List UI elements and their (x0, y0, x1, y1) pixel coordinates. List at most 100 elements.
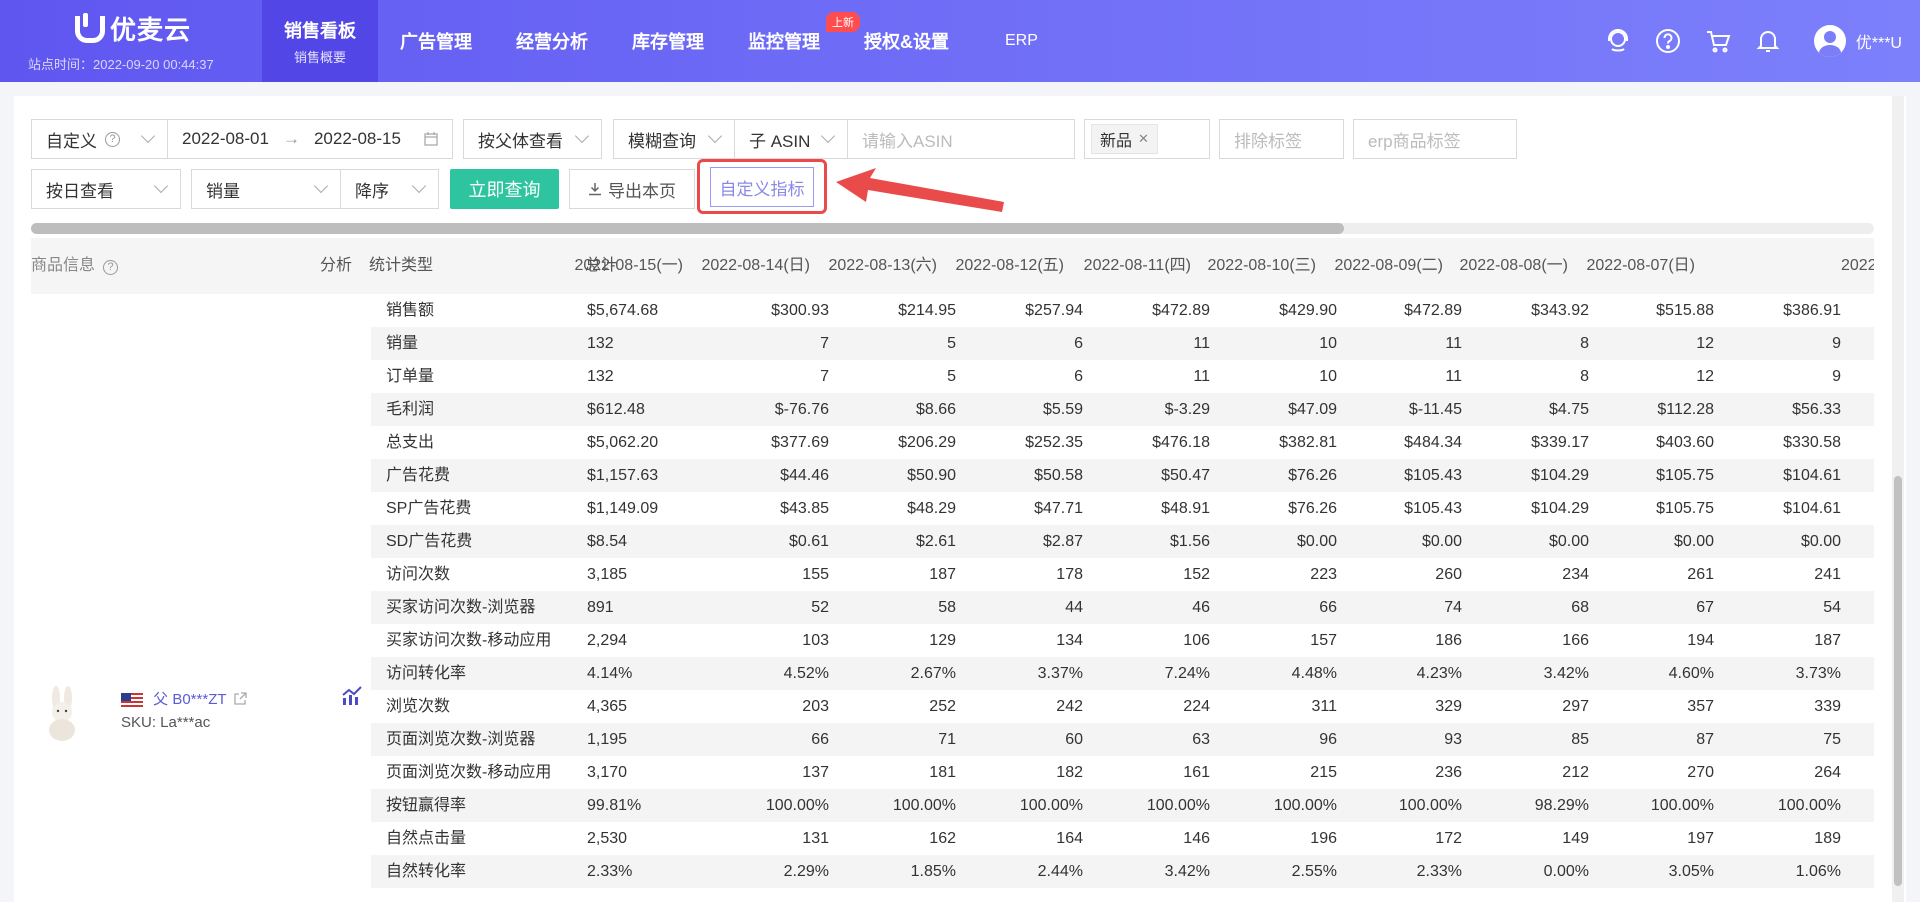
table-row: 订单量 132 7 5 6 11 10 11 8 12 9 (371, 360, 1874, 393)
custom-metric-button[interactable]: 自定义指标 (710, 167, 814, 207)
horizontal-scrollbar-thumb[interactable] (31, 223, 1344, 234)
header-analysis: 分析 (320, 257, 353, 274)
value-cell: 236 (1435, 764, 1462, 781)
value-cell: 215 (1310, 764, 1337, 781)
asin-search-input[interactable]: 请输入ASIN (847, 119, 1075, 159)
value-cell: 12 (1696, 368, 1714, 385)
header-date[interactable]: 2022-08-12(五) (940, 238, 1064, 294)
avatar[interactable] (1813, 25, 1846, 57)
stat-type-cell: 买家访问次数-移动应用 (386, 632, 552, 649)
date-range-picker[interactable]: 2022-08-01 → 2022-08-15 (167, 119, 453, 159)
nav-monitoring[interactable]: 监控管理 上新 (726, 0, 860, 82)
top-navigation-bar: 优麦云 站点时间：2022-09-20 00:44:37 销售看板 销售概要 广… (0, 0, 1920, 82)
product-thumbnail[interactable] (41, 684, 85, 742)
total-cell: $1,157.63 (587, 467, 659, 484)
header-date[interactable]: 2022-08-10(三) (1192, 238, 1316, 294)
value-cell: 68 (1571, 599, 1589, 616)
value-cell: 9 (1832, 368, 1841, 385)
brand[interactable]: 优麦云 站点时间：2022-09-20 00:44:37 (28, 10, 248, 73)
value-cell: 162 (929, 830, 956, 847)
date-start: 2022-08-01 (182, 129, 269, 148)
value-cell: 4.48% (1291, 665, 1337, 682)
exclude-tag-placeholder: 排除标签 (1234, 131, 1302, 151)
support-icon[interactable] (1604, 27, 1632, 55)
value-cell: 261 (1687, 566, 1714, 583)
export-button[interactable]: 导出本页 (569, 169, 695, 209)
nav-inventory[interactable]: 库存管理 (610, 0, 726, 82)
stat-type-cell: 浏览次数 (386, 698, 451, 715)
username[interactable]: 优***U (1856, 29, 1902, 53)
total-cell: 2,530 (587, 830, 628, 847)
match-mode-select[interactable]: 模糊查询 (613, 119, 735, 159)
header-date[interactable]: 2022-08-07(日) (1571, 238, 1695, 294)
external-link-icon[interactable] (234, 692, 248, 705)
value-cell: 100.00% (1019, 797, 1083, 814)
view-by-parent-select[interactable]: 按父体查看 (463, 119, 602, 159)
value-cell: $382.81 (1279, 434, 1337, 451)
value-cell: 224 (1183, 698, 1210, 715)
header-date[interactable]: 2022-08-09(二) (1319, 238, 1443, 294)
nav-ad-management[interactable]: 广告管理 (378, 0, 494, 82)
sort-order-select[interactable]: 降序 (340, 169, 439, 209)
vertical-scrollbar[interactable] (1892, 96, 1904, 902)
value-cell: $0.00 (1800, 533, 1841, 550)
view-by-day-select[interactable]: 按日查看 (31, 169, 181, 209)
header-date[interactable]: 2022-08-08(一) (1444, 238, 1568, 294)
value-cell: 1.85% (910, 863, 956, 880)
value-cell: 129 (929, 632, 956, 649)
header-date[interactable]: 2022 (1841, 238, 1877, 294)
horizontal-scrollbar[interactable] (31, 223, 1874, 234)
chevron-down-icon (313, 178, 329, 194)
value-cell: 7.24% (1164, 665, 1210, 682)
value-cell: 2.55% (1291, 863, 1337, 880)
value-cell: $-3.29 (1164, 401, 1210, 418)
value-cell: $0.00 (1548, 533, 1589, 550)
help-icon[interactable] (1654, 27, 1682, 55)
header-date[interactable]: 2022-08-14(日) (686, 238, 810, 294)
value-cell: 3.42% (1164, 863, 1210, 880)
help-icon[interactable]: ? (103, 260, 119, 275)
value-cell: $343.92 (1531, 302, 1589, 319)
value-cell: $-11.45 (1408, 401, 1462, 418)
value-cell: 242 (1056, 698, 1083, 715)
value-cell: $300.93 (771, 302, 829, 319)
header-date[interactable]: 2022-08-13(六) (813, 238, 937, 294)
tag-select[interactable]: 新品 ✕ (1084, 119, 1210, 159)
value-cell: $429.90 (1279, 302, 1337, 319)
nav-erp[interactable]: ERP (983, 0, 1060, 82)
nav-business-analysis[interactable]: 经营分析 (494, 0, 610, 82)
header-date[interactable]: 2022-08-11(四) (1067, 238, 1191, 294)
nav-label: ERP (1005, 32, 1038, 49)
total-cell: 3,170 (587, 764, 628, 781)
close-icon[interactable]: ✕ (1138, 131, 1149, 147)
product-asin-link[interactable]: 父 B0***ZT (121, 688, 248, 709)
sort-field-select[interactable]: 销量 (191, 169, 341, 209)
tag-label: 新品 (1100, 133, 1133, 150)
trend-chart-icon[interactable] (341, 686, 363, 706)
nav-auth-settings[interactable]: 授权&设置 (842, 0, 971, 82)
nav-sub-label: 销售概要 (293, 49, 346, 65)
asin-placeholder: 请输入ASIN (862, 131, 953, 151)
header-date[interactable]: 2022-08-15(一) (559, 238, 683, 294)
exclude-tag-input[interactable]: 排除标签 (1219, 119, 1344, 159)
value-cell: $484.34 (1404, 434, 1462, 451)
value-cell: 146 (1183, 830, 1210, 847)
value-cell: 241 (1814, 566, 1841, 583)
value-cell: 100.00% (1650, 797, 1714, 814)
value-cell: $-76.76 (774, 401, 829, 418)
table-row: 买家访问次数-移动应用 2,294 103 129 134 106 157 186 166 194… (371, 624, 1874, 657)
nav-sales-dashboard[interactable]: 销售看板 销售概要 (262, 0, 378, 82)
table-row: 买家访问次数-浏览器 891 52 58 44 46 66 74 68 67 54 (371, 591, 1874, 624)
bell-icon[interactable] (1754, 27, 1782, 55)
view-by-parent-value: 按父体查看 (478, 131, 563, 151)
vertical-scrollbar-thumb[interactable] (1894, 476, 1902, 886)
value-cell: 187 (929, 566, 956, 583)
query-button[interactable]: 立即查询 (450, 169, 559, 209)
range-type-select[interactable]: 自定义 ? (31, 119, 168, 159)
cart-icon[interactable] (1704, 27, 1732, 55)
asin-type-select[interactable]: 子 ASIN (734, 119, 848, 159)
help-icon[interactable]: ? (105, 131, 120, 147)
table-row: 访问次数 3,185 155 187 178 152 223 260 234 261 241 (371, 558, 1874, 591)
value-cell: $76.26 (1288, 467, 1337, 484)
erp-tag-input[interactable]: erp商品标签 (1353, 119, 1517, 159)
